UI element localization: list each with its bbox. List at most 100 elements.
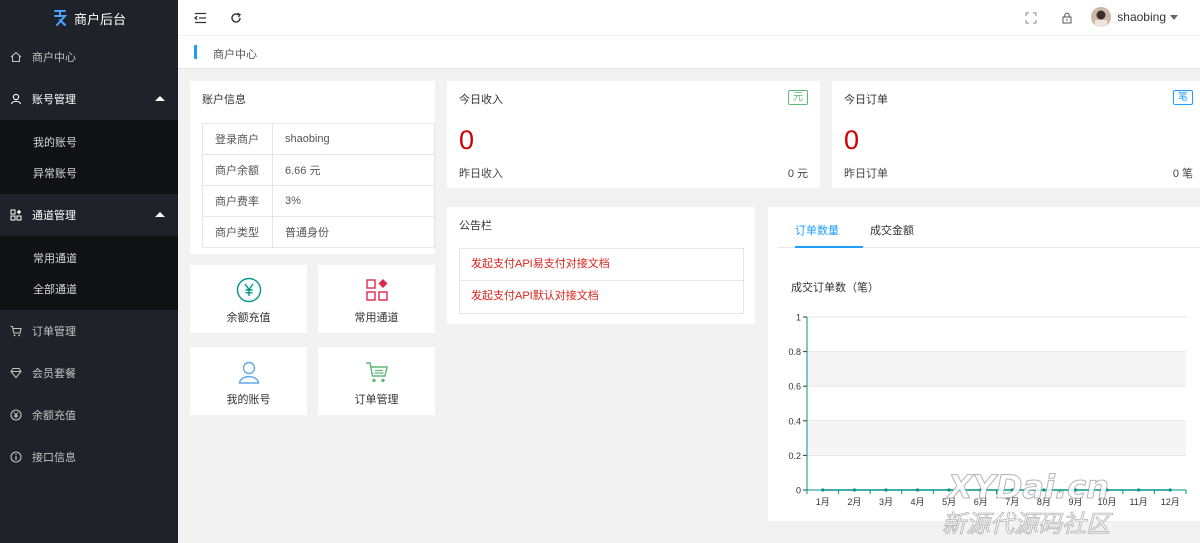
data-point <box>1105 488 1109 492</box>
info-value: 6.66 元 <box>272 154 435 186</box>
today-income-card: 今日收入 元 0 昨日收入 0 元 <box>447 81 820 188</box>
chevron-down-icon <box>1170 14 1178 20</box>
breadcrumb-label[interactable]: 商户中心 <box>213 46 257 62</box>
breadcrumb-marker <box>194 45 197 59</box>
cart-icon <box>318 359 435 385</box>
today-income-value: 0 <box>459 125 475 155</box>
y-tick-label: 0 <box>796 486 801 496</box>
diamond-icon <box>10 367 22 379</box>
account-info-card: 账户信息 登录商户 shaobing 商户余额 6.66 元 商户费率 3% 商… <box>190 81 435 254</box>
card-title: 今日收入 <box>459 94 503 106</box>
x-tick-label: 8月 <box>1037 497 1051 507</box>
x-tick-label: 2月 <box>847 497 861 507</box>
unit-badge: 笔 <box>1173 90 1193 105</box>
data-point <box>1010 488 1014 492</box>
sidebar-item-label: 会员套餐 <box>32 368 76 380</box>
x-tick-label: 1月 <box>816 497 830 507</box>
quick-link-label: 常用通道 <box>354 312 399 324</box>
data-point <box>979 488 983 492</box>
card-title: 今日订单 <box>844 94 888 106</box>
chart-panel: 订单数量 成交金额 成交订单数（笔） 0 0.2 0.4 0.6 0.8 1 1月 2月 3月 4… <box>768 207 1200 521</box>
y-tick-label: 0.6 <box>788 382 801 392</box>
table-row: 商户余额 6.66 元 <box>202 154 435 186</box>
x-tick-label: 12月 <box>1161 497 1180 507</box>
info-value: 普通身份 <box>272 216 435 248</box>
yesterday-orders-value: 0 笔 <box>1172 168 1193 180</box>
info-value: 3% <box>272 185 435 217</box>
data-point <box>947 488 951 492</box>
refresh-icon[interactable] <box>229 11 243 25</box>
quick-link-order-mgmt[interactable]: 订单管理 <box>318 347 435 415</box>
today-orders-value: 0 <box>844 125 860 155</box>
y-tick-label: 0.4 <box>788 416 801 426</box>
app-logo[interactable]: 商户后台 <box>0 0 178 36</box>
username: shaobing <box>1117 10 1166 24</box>
sidebar-item-abnormal-account[interactable]: 异常账号 <box>0 157 178 188</box>
sidebar-item-order-mgmt[interactable]: 订单管理 <box>0 310 178 352</box>
sidebar-item-merchant-center[interactable]: 商户中心 <box>0 36 178 78</box>
quick-link-common-channel[interactable]: 常用通道 <box>318 265 435 333</box>
sidebar-item-label: 接口信息 <box>32 452 76 464</box>
y-tick-label: 0.8 <box>788 347 801 357</box>
notice-link[interactable]: 发起支付API默认对接文档 <box>460 281 743 313</box>
unit-badge: 元 <box>788 90 808 105</box>
submenu-channel: 常用通道 全部通道 <box>0 236 178 310</box>
quick-link-recharge[interactable]: 余额充值 <box>190 265 307 333</box>
cart-icon <box>10 325 22 337</box>
x-tick-label: 3月 <box>879 497 893 507</box>
home-icon <box>10 51 22 63</box>
data-point <box>1042 488 1046 492</box>
grid-band <box>807 351 1186 387</box>
order-count-chart: 00.20.40.60.811月 2月 3月 4月 5月 6月 7月 8月 9月 10月 11月 12… <box>788 313 1187 507</box>
card-title: 公告栏 <box>459 220 492 232</box>
x-tick-label: 6月 <box>974 497 988 507</box>
yesterday-income-label: 昨日收入 <box>459 168 503 180</box>
today-orders-card: 今日订单 笔 0 昨日订单 0 笔 <box>832 81 1200 188</box>
submenu-account: 我的账号 异常账号 <box>0 120 178 194</box>
sidebar-item-all-channel[interactable]: 全部通道 <box>0 273 178 304</box>
logo-icon <box>54 10 68 26</box>
notice-link[interactable]: 发起支付API易支付对接文档 <box>460 249 743 281</box>
info-icon <box>10 451 22 463</box>
user-menu[interactable]: shaobing <box>1091 7 1178 27</box>
breadcrumb: 商户中心 <box>178 36 1200 69</box>
avatar <box>1091 7 1112 27</box>
table-row: 登录商户 shaobing <box>202 123 435 155</box>
data-point <box>821 488 825 492</box>
yen-icon <box>10 409 22 421</box>
apps-icon <box>10 209 22 221</box>
data-point <box>852 488 856 492</box>
user-icon <box>10 93 22 105</box>
info-key: 商户类型 <box>202 216 273 248</box>
x-tick-label: 10月 <box>1098 497 1117 507</box>
sidebar-item-account-mgmt[interactable]: 账号管理 <box>0 78 178 120</box>
menu-fold-icon[interactable] <box>193 11 207 25</box>
sidebar-item-api-info[interactable]: 接口信息 <box>0 436 178 478</box>
quick-link-label: 订单管理 <box>354 394 399 406</box>
sidebar-item-channel-mgmt[interactable]: 通道管理 <box>0 194 178 236</box>
fullscreen-icon[interactable] <box>1024 11 1038 25</box>
y-tick-label: 1 <box>796 313 801 323</box>
x-tick-label: 7月 <box>1005 497 1019 507</box>
x-tick-label: 5月 <box>942 497 956 507</box>
sidebar-item-membership[interactable]: 会员套餐 <box>0 352 178 394</box>
sidebar-item-label: 通道管理 <box>32 210 76 222</box>
data-point <box>884 488 888 492</box>
sidebar-item-label: 账号管理 <box>32 94 76 106</box>
x-tick-label: 4月 <box>911 497 925 507</box>
info-value: shaobing <box>272 123 435 155</box>
yen-circle-icon <box>190 277 307 303</box>
quick-link-label: 余额充值 <box>226 312 271 324</box>
notice-board-card: 公告栏 发起支付API易支付对接文档 发起支付API默认对接文档 <box>447 207 755 324</box>
table-row: 商户费率 3% <box>202 185 435 217</box>
sidebar-item-my-account[interactable]: 我的账号 <box>0 126 178 157</box>
sidebar-item-recharge[interactable]: 余额充值 <box>0 394 178 436</box>
lock-icon[interactable] <box>1060 11 1074 25</box>
data-point <box>1073 488 1078 492</box>
account-info-table: 登录商户 shaobing 商户余额 6.66 元 商户费率 3% 商户类型 普… <box>202 123 435 248</box>
quick-link-my-account[interactable]: 我的账号 <box>190 347 307 415</box>
x-tick-label: 9月 <box>1068 497 1082 507</box>
sidebar-item-common-channel[interactable]: 常用通道 <box>0 242 178 273</box>
sidebar-item-label: 订单管理 <box>32 326 76 338</box>
table-row: 商户类型 普通身份 <box>202 216 435 248</box>
